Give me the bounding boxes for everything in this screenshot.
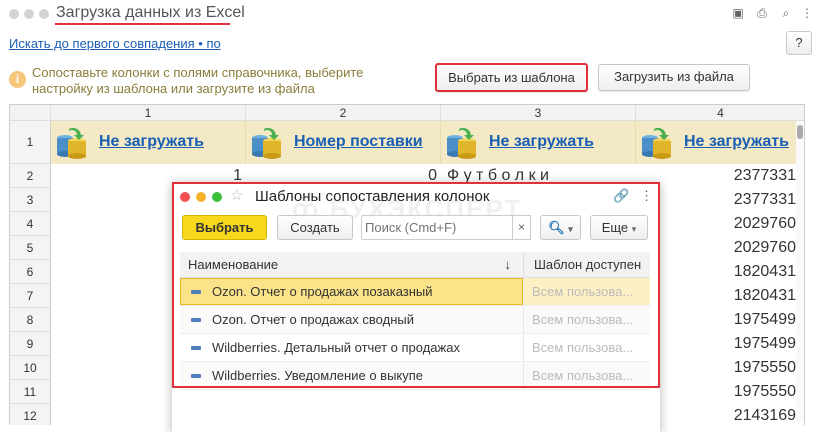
col-header: 4: [636, 105, 804, 121]
template-row[interactable]: Wildberries. Уведомление о выкупе Всем по…: [180, 362, 650, 390]
more-label: Еще: [601, 220, 629, 235]
search-mode-link[interactable]: Искать до первого совпадения • по: [9, 36, 221, 51]
mapping-cell[interactable]: Номер поставки: [246, 121, 441, 164]
search-input[interactable]: [361, 215, 513, 240]
search-icon: 🔍︎: [548, 220, 565, 235]
window-maximize-dot[interactable]: [39, 9, 49, 19]
template-access: Всем пользова...: [532, 312, 634, 327]
more-button[interactable]: Еще ▾: [590, 215, 648, 240]
chevron-down-icon: ▾: [631, 224, 637, 234]
row-header: 1: [10, 121, 51, 164]
vertical-scrollbar[interactable]: [796, 121, 804, 421]
row-header: 10: [10, 356, 51, 380]
search-button[interactable]: 🔍︎ ▾: [540, 215, 581, 240]
template-name: Wildberries. Детальный отчет о продажах: [212, 340, 460, 355]
mapping-link[interactable]: Не загружать: [99, 133, 204, 151]
row-header: 11: [10, 380, 51, 404]
help-button[interactable]: ?: [786, 31, 812, 55]
choose-from-template-button[interactable]: Выбрать из шаблона: [435, 63, 588, 92]
cell[interactable]: 2377331: [636, 164, 798, 188]
row-header: 3: [10, 188, 51, 212]
mapping-link[interactable]: Не загружать: [684, 133, 789, 151]
col-header: 1: [51, 105, 246, 121]
window-close-dot[interactable]: [9, 9, 19, 19]
row-header: 9: [10, 332, 51, 356]
row-header: 2: [10, 164, 51, 188]
hint-line-2: настройку из шаблона или загрузите из фа…: [32, 81, 315, 96]
favorite-star-icon[interactable]: ☆: [230, 186, 243, 204]
print-icon[interactable]: ⎙: [755, 6, 769, 20]
database-icon: [447, 127, 476, 159]
dialog-close-dot[interactable]: [180, 192, 190, 202]
chevron-down-icon: ▾: [568, 224, 573, 234]
create-button[interactable]: Создать: [277, 215, 353, 240]
mapping-cell[interactable]: Не загружать: [51, 121, 246, 164]
template-row[interactable]: Ozon. Отчет о продажах сводный Всем польз…: [180, 306, 650, 334]
cell[interactable]: 2029760: [636, 212, 798, 236]
template-access: Всем пользова...: [532, 368, 634, 383]
dialog-minimize-dot[interactable]: [196, 192, 206, 202]
col-header: 3: [441, 105, 636, 121]
cell[interactable]: 1820431: [636, 260, 798, 284]
info-icon: i: [9, 71, 26, 88]
row-header: 6: [10, 260, 51, 284]
sort-arrow-icon: ↓: [504, 257, 512, 272]
link-icon[interactable]: 🔗: [613, 188, 629, 204]
col-name-label: Наименование: [188, 257, 279, 272]
row-header: 5: [10, 236, 51, 260]
more-icon[interactable]: ⋮: [800, 6, 814, 20]
cell[interactable]: 1975550: [636, 380, 798, 404]
corner-cell: [10, 105, 51, 121]
cell[interactable]: 2143169: [636, 404, 798, 425]
load-from-file-button[interactable]: Загрузить из файла: [598, 64, 750, 91]
database-icon: [252, 127, 281, 159]
template-access: Всем пользова...: [532, 340, 634, 355]
template-name: Wildberries. Уведомление о выкупе: [212, 368, 424, 383]
select-button[interactable]: Выбрать: [182, 215, 267, 240]
template-name: Ozon. Отчет о продажах позаказный: [212, 284, 433, 299]
cell[interactable]: 1975499: [636, 308, 798, 332]
hint-text: Сопоставьте колонки с полями справочника…: [32, 65, 363, 97]
database-icon: [57, 127, 86, 159]
save-icon[interactable]: ▣: [731, 6, 745, 20]
clear-search-button[interactable]: ×: [512, 215, 531, 240]
row-header: 4: [10, 212, 51, 236]
row-header: 7: [10, 284, 51, 308]
cell[interactable]: 2029760: [636, 236, 798, 260]
cell[interactable]: 1820431: [636, 284, 798, 308]
mapping-link[interactable]: Номер поставки: [294, 133, 423, 151]
template-row[interactable]: Wildberries. Детальный отчет о продажах В…: [180, 334, 650, 362]
hint-line-1: Сопоставьте колонки с полями справочника…: [32, 65, 364, 80]
template-item-icon: [191, 346, 201, 350]
window-title: Загрузка данных из Excel: [56, 4, 245, 21]
template-row[interactable]: Ozon. Отчет о продажах позаказный Всем по…: [180, 278, 650, 306]
template-item-icon: [191, 290, 201, 294]
template-name: Ozon. Отчет о продажах сводный: [212, 312, 414, 327]
cell[interactable]: 2377331: [636, 188, 798, 212]
col-header-access[interactable]: Шаблон доступен: [523, 252, 650, 278]
window-minimize-dot[interactable]: [24, 9, 34, 19]
template-access: Всем пользова...: [532, 284, 634, 299]
mapping-cell[interactable]: Не загружать: [636, 121, 798, 164]
mapping-cell[interactable]: Не загружать: [441, 121, 636, 164]
title-underline: [55, 23, 230, 25]
row-header: 12: [10, 404, 51, 425]
dialog-more-icon[interactable]: ⋮: [640, 188, 653, 204]
row-header: 8: [10, 308, 51, 332]
col-header: 2: [246, 105, 441, 121]
cell[interactable]: 1975550: [636, 356, 798, 380]
cell[interactable]: 1975499: [636, 332, 798, 356]
dialog-maximize-dot[interactable]: [212, 192, 222, 202]
template-item-icon: [191, 318, 201, 322]
database-icon: [642, 127, 671, 159]
templates-dialog: ☆ Шаблоны сопоставления колонок ꝏ БУХЭКС…: [172, 182, 660, 432]
mapping-link[interactable]: Не загружать: [489, 133, 594, 151]
col-header-name[interactable]: Наименование ↓: [180, 252, 523, 278]
preview-icon[interactable]: ⌕: [779, 6, 793, 20]
template-item-icon: [191, 374, 201, 378]
